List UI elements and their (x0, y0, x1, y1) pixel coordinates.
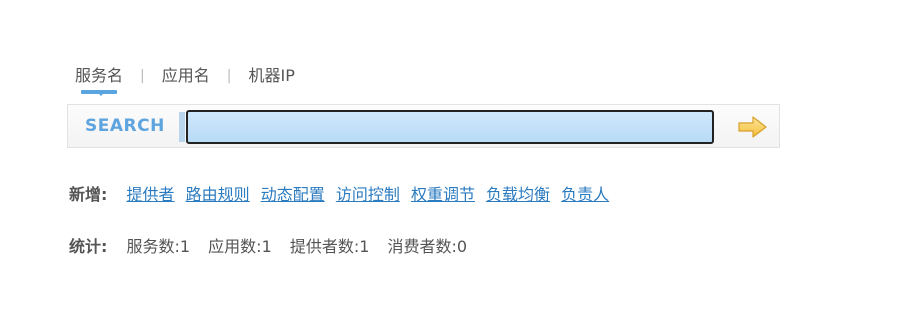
stat-consumer-count: 消费者数:0 (387, 237, 468, 256)
stats-label: 统计: (69, 237, 108, 256)
add-load-balance-link[interactable]: 负载均衡 (486, 185, 550, 204)
search-input[interactable] (186, 110, 714, 144)
tab-application-name[interactable]: 应用名 (162, 64, 210, 88)
stat-provider-count: 提供者数:1 (289, 237, 370, 256)
stat-service-count: 服务数:1 (126, 237, 191, 256)
search-input-edge (179, 112, 185, 142)
active-tab-caret (97, 92, 105, 96)
search-bar: SEARCH (67, 104, 780, 148)
stat-application-count: 应用数:1 (208, 237, 272, 256)
search-type-tabs: 服务名 | 应用名 | 机器IP (75, 64, 295, 94)
tab-separator: | (140, 68, 145, 84)
stats-row: 统计: 服务数:1 应用数:1 提供者数:1 消费者数:0 (69, 236, 480, 258)
add-route-rule-link[interactable]: 路由规则 (186, 185, 250, 204)
tab-separator: | (226, 68, 232, 84)
tab-service-name[interactable]: 服务名 (75, 64, 123, 94)
right-arrow-icon[interactable] (737, 115, 769, 139)
add-row: 新增: 提供者 路由规则 动态配置 访问控制 权重调节 负载均衡 负责人 (69, 184, 615, 206)
page: 服务名 | 应用名 | 机器IP SEARCH 新增: 提供者 路由规则 动态配… (0, 0, 916, 336)
add-owner-link[interactable]: 负责人 (561, 185, 609, 204)
add-access-control-link[interactable]: 访问控制 (336, 185, 400, 204)
search-label: SEARCH (85, 116, 165, 136)
add-label: 新增: (69, 185, 108, 204)
add-weight-adjust-link[interactable]: 权重调节 (411, 185, 475, 204)
add-dynamic-config-link[interactable]: 动态配置 (261, 185, 325, 204)
add-provider-link[interactable]: 提供者 (127, 185, 175, 204)
tab-machine-ip[interactable]: 机器IP (248, 64, 294, 88)
